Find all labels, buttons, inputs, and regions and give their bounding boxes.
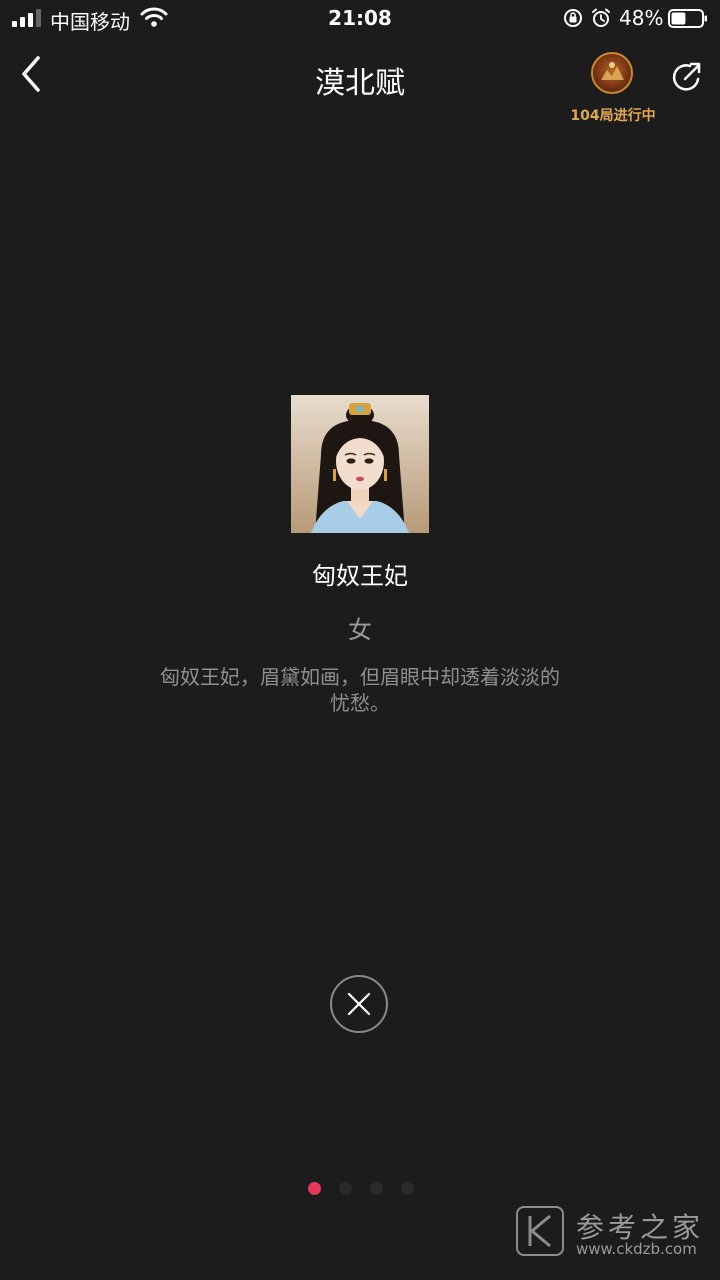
character-gender: 女 (348, 616, 372, 644)
status-time: 21:08 (328, 6, 392, 30)
character-portrait-illustration (291, 395, 429, 533)
battery-percent: 48% (619, 6, 664, 30)
character-avatar (291, 395, 429, 533)
page-dot[interactable] (339, 1182, 352, 1195)
watermark-url: www.ckdzb.com (576, 1240, 697, 1258)
rotation-lock-icon (564, 9, 582, 27)
nav-bar: 漠北赋 104局进行中 (0, 40, 720, 124)
character-name: 匈奴王妃 (312, 562, 408, 590)
screen: 中国移动 21:08 48% 漠北赋 104局进行中 匈奴王妃 女 匈奴王妃，眉… (0, 0, 720, 1280)
watermark: 参考之家 www.ckdzb.com (516, 1206, 716, 1262)
alarm-icon (592, 8, 610, 27)
battery-icon (668, 9, 707, 28)
game-badge-label: 104局进行中 (570, 108, 656, 124)
status-bar: 中国移动 21:08 48% (0, 0, 720, 36)
game-progress-badge[interactable]: 104局进行中 (566, 52, 660, 124)
watermark-logo-icon (516, 1206, 564, 1256)
game-logo-icon (591, 52, 633, 94)
page-dot[interactable] (308, 1182, 321, 1195)
game-emblem-icon (601, 62, 624, 80)
close-icon (347, 992, 371, 1016)
page-indicator (308, 1182, 418, 1196)
close-button[interactable] (330, 975, 388, 1033)
character-description: 匈奴王妃，眉黛如画，但眉眼中却透着淡淡的忧愁。 (160, 665, 560, 715)
share-icon[interactable] (668, 58, 706, 96)
page-dot[interactable] (370, 1182, 383, 1195)
page-dot[interactable] (401, 1182, 414, 1195)
battery-fill (671, 12, 686, 25)
